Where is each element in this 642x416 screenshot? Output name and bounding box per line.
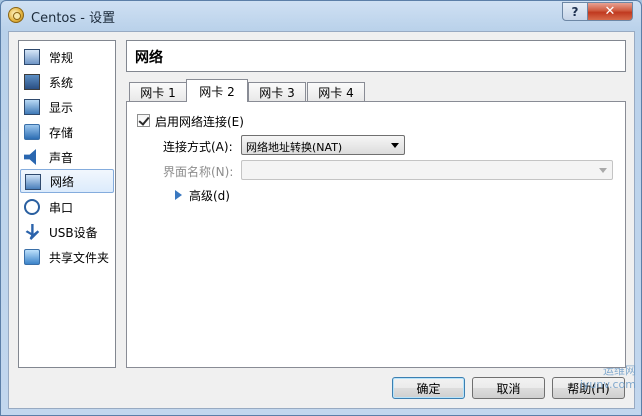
sidebar-item-label: 显示 bbox=[49, 100, 74, 115]
sidebar-item-audio[interactable]: 声音 bbox=[20, 145, 114, 169]
help-caption-button[interactable]: ? bbox=[562, 2, 588, 21]
tab-adapter-3[interactable]: 网卡 3 bbox=[248, 82, 306, 101]
settings-sidebar: 常规 系统 显示 存储 声音 网络 串口 USB设备 共享文件夹 bbox=[18, 40, 116, 368]
cancel-button[interactable]: 取消 bbox=[472, 377, 545, 399]
sidebar-item-system[interactable]: 系统 bbox=[20, 70, 114, 94]
tab-adapter-1[interactable]: 网卡 1 bbox=[129, 82, 187, 101]
advanced-toggle[interactable]: 高级(d) bbox=[189, 187, 230, 204]
attached-to-select[interactable]: 网络地址转换(NAT) bbox=[241, 135, 405, 155]
shared-folder-icon bbox=[24, 249, 40, 265]
close-button[interactable]: ✕ bbox=[587, 2, 633, 21]
enable-adapter-checkbox[interactable] bbox=[137, 114, 150, 127]
sidebar-item-storage[interactable]: 存储 bbox=[20, 120, 114, 144]
network-icon bbox=[25, 174, 41, 190]
tab-adapter-4[interactable]: 网卡 4 bbox=[307, 82, 365, 101]
usb-icon bbox=[25, 224, 40, 240]
sidebar-item-label: 系统 bbox=[49, 75, 74, 90]
display-icon bbox=[24, 99, 40, 115]
sidebar-item-label: 常规 bbox=[49, 50, 74, 65]
sidebar-item-label: USB设备 bbox=[49, 225, 98, 240]
title-bar[interactable]: Centos - 设置 ? ✕ bbox=[1, 1, 641, 29]
system-icon bbox=[24, 74, 40, 90]
storage-icon bbox=[24, 124, 40, 140]
serial-port-icon bbox=[24, 199, 40, 215]
sidebar-item-network[interactable]: 网络 bbox=[20, 169, 114, 193]
sidebar-item-label: 共享文件夹 bbox=[49, 250, 110, 265]
sidebar-item-label: 声音 bbox=[49, 150, 74, 165]
chevron-down-icon bbox=[599, 168, 607, 173]
sidebar-item-label: 网络 bbox=[50, 174, 75, 189]
window-title: Centos - 设置 bbox=[31, 11, 116, 26]
audio-icon bbox=[24, 149, 36, 165]
sidebar-item-shared-folders[interactable]: 共享文件夹 bbox=[20, 245, 114, 269]
watermark-line-2: iyunv.com bbox=[579, 378, 636, 391]
enable-adapter-label[interactable]: 启用网络连接(E) bbox=[155, 113, 244, 130]
sidebar-item-serial-ports[interactable]: 串口 bbox=[20, 195, 114, 219]
virtualbox-app-icon bbox=[8, 7, 24, 23]
sidebar-item-label: 存储 bbox=[49, 125, 74, 140]
general-icon bbox=[24, 49, 40, 65]
page-title: 网络 bbox=[126, 40, 626, 72]
ok-button[interactable]: 确定 bbox=[392, 377, 465, 399]
sidebar-item-display[interactable]: 显示 bbox=[20, 95, 114, 119]
expand-arrow-icon[interactable] bbox=[175, 190, 182, 200]
sidebar-item-general[interactable]: 常规 bbox=[20, 45, 114, 69]
chevron-down-icon bbox=[391, 143, 399, 148]
adapter-tab-panel: 启用网络连接(E) 连接方式(A): 网络地址转换(NAT) 界面名称(N): … bbox=[126, 101, 626, 368]
sidebar-item-label: 串口 bbox=[49, 200, 74, 215]
settings-window: Centos - 设置 ? ✕ 常规 系统 显示 存储 声音 网络 串口 USB… bbox=[0, 0, 642, 416]
watermark: 运维网 iyunv.com bbox=[536, 364, 636, 412]
attached-to-label: 连接方式(A): bbox=[163, 140, 233, 154]
sidebar-item-usb[interactable]: USB设备 bbox=[20, 220, 114, 244]
dialog-body: 常规 系统 显示 存储 声音 网络 串口 USB设备 共享文件夹 网络 网卡 1… bbox=[8, 31, 635, 409]
tab-adapter-2[interactable]: 网卡 2 bbox=[186, 79, 248, 102]
interface-name-label: 界面名称(N): bbox=[163, 165, 234, 179]
interface-name-select[interactable] bbox=[241, 160, 613, 180]
attached-to-value: 网络地址转换(NAT) bbox=[246, 141, 343, 154]
